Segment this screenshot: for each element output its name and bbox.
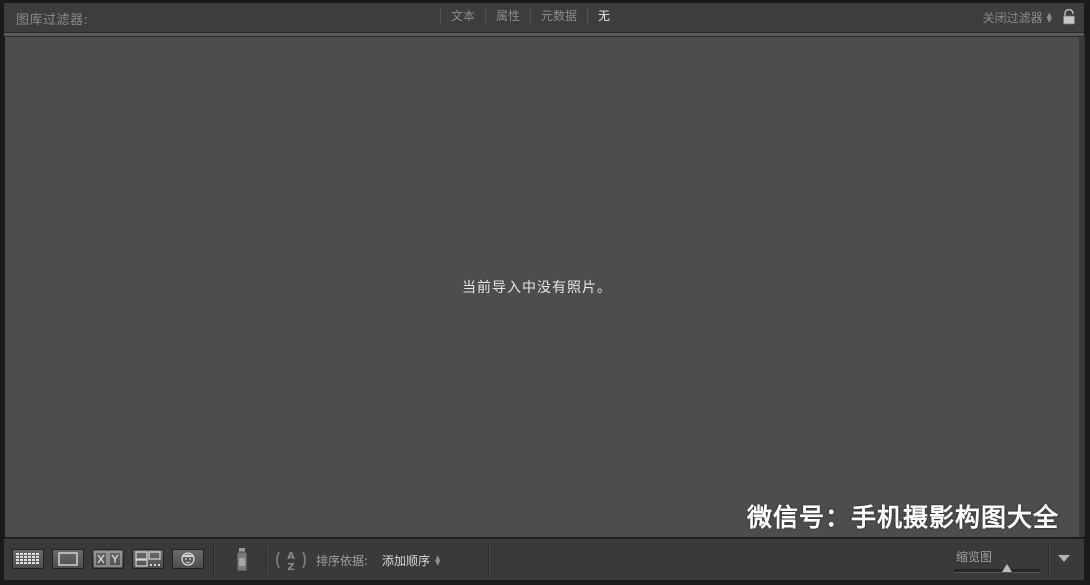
library-window: 图库过滤器: 文本 属性 元数据 无 关闭过滤器 ▲ ▼ 当前导入中没有照片。 微… xyxy=(0,0,1090,585)
loupe-view-icon xyxy=(58,552,78,566)
grid-scrollbar[interactable] xyxy=(1079,37,1085,537)
bottom-toolbar: A Z 排序依据: 添加顺序 ▲ ▼ 缩览图 xyxy=(4,538,1084,580)
compare-view-icon xyxy=(94,551,122,567)
survey-view-icon xyxy=(135,551,161,567)
toolbar-divider xyxy=(213,545,215,575)
close-filter-dropdown[interactable]: 关闭过滤器 ▲ ▼ xyxy=(983,9,1052,26)
toolbar-divider xyxy=(266,545,268,575)
thumbnail-slider-handle[interactable] xyxy=(1002,564,1013,572)
empty-import-message: 当前导入中没有照片。 xyxy=(462,280,612,296)
sort-order-dropdown[interactable]: 添加顺序 ▲ ▼ xyxy=(382,552,440,569)
people-view-icon xyxy=(181,552,195,566)
photo-grid-area[interactable]: 当前导入中没有照片。 微信号：手机摄影构图大全 xyxy=(5,37,1079,537)
people-view-button[interactable] xyxy=(172,549,204,569)
survey-view-button[interactable] xyxy=(132,549,164,569)
updown-arrows-icon: ▲ ▼ xyxy=(435,553,441,567)
thumbnail-size-slider[interactable] xyxy=(954,569,1040,573)
grid-view-icon xyxy=(16,553,39,564)
filter-bar-title: 图库过滤器: xyxy=(16,13,89,28)
close-filter-label: 关闭过滤器 xyxy=(982,11,1043,25)
thumbnail-size-label: 缩览图 xyxy=(956,550,993,564)
filter-tabs: 文本 属性 元数据 无 xyxy=(440,9,620,24)
grid-view-button[interactable] xyxy=(12,549,44,569)
loupe-view-button[interactable] xyxy=(52,549,84,569)
svg-text:A: A xyxy=(287,551,295,562)
filter-tab-metadata[interactable]: 元数据 xyxy=(530,9,587,24)
filter-tab-attribute[interactable]: 属性 xyxy=(485,9,530,24)
watermark-text: 微信号：手机摄影构图大全 xyxy=(746,503,1059,532)
sort-az-icon[interactable]: A Z xyxy=(274,547,308,573)
toolbar-divider xyxy=(488,545,490,575)
painter-spray-icon[interactable] xyxy=(234,547,250,573)
toolbar-menu-arrow-icon[interactable] xyxy=(1058,555,1070,562)
filter-tab-text[interactable]: 文本 xyxy=(440,9,485,24)
filter-tab-none[interactable]: 无 xyxy=(587,9,620,24)
compare-view-button[interactable] xyxy=(92,549,124,569)
svg-text:Z: Z xyxy=(287,562,294,573)
sort-order-value: 添加顺序 xyxy=(382,554,431,568)
lock-icon[interactable] xyxy=(1062,9,1076,25)
library-filter-bar: 图库过滤器: 文本 属性 元数据 无 关闭过滤器 ▲ ▼ xyxy=(4,3,1084,33)
sort-label: 排序依据: xyxy=(316,554,369,568)
updown-arrows-icon: ▲ ▼ xyxy=(1046,10,1052,24)
toolbar-divider xyxy=(1048,545,1050,575)
